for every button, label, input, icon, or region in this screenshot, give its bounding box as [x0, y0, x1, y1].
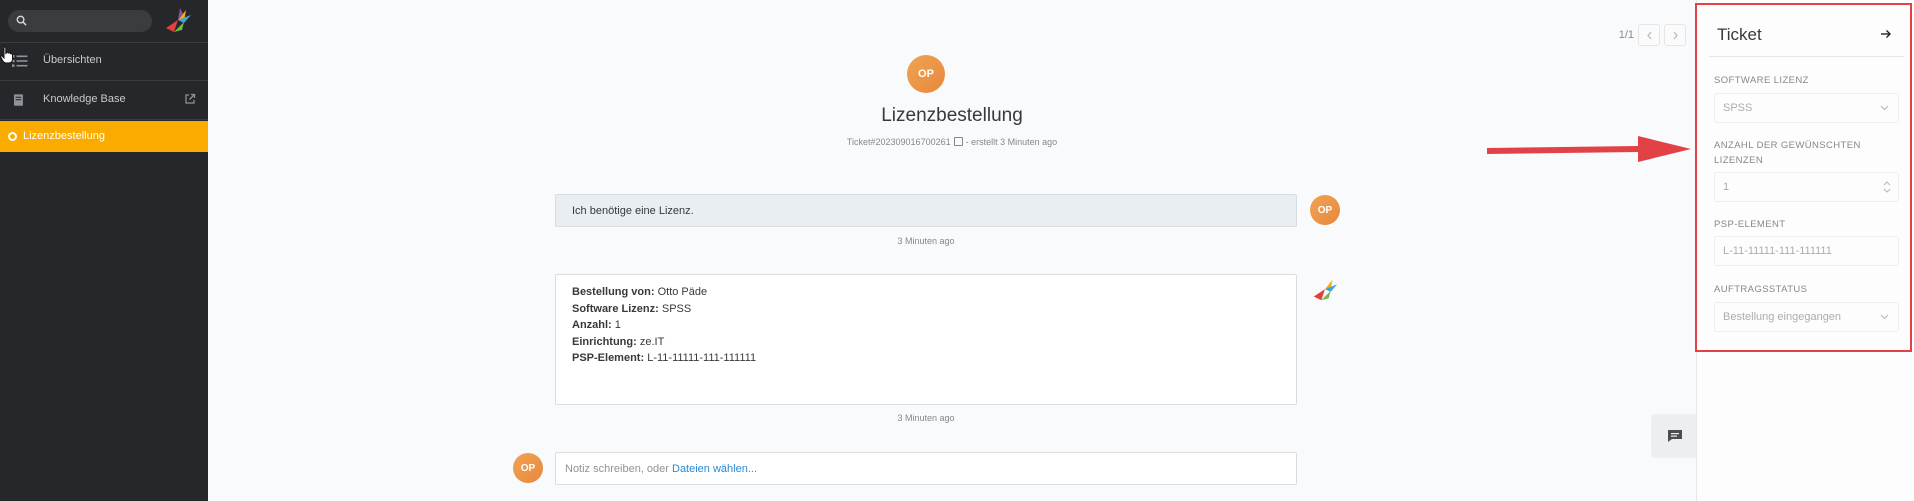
article-avatar[interactable]: OP — [1310, 195, 1340, 225]
sidebar-item-overviews[interactable]: Übersichten — [0, 42, 208, 80]
pagination: 1/1 — [1619, 24, 1686, 46]
article-line: Einrichtung: ze.IT — [572, 335, 665, 348]
bird-logo-icon — [166, 8, 191, 32]
article-system: Bestellung von: Otto Päde Software Lizen… — [555, 274, 1297, 405]
annotation-arrow-icon — [1487, 136, 1691, 162]
article-time: 3 Minuten ago — [897, 236, 955, 246]
pagination-count: 1/1 — [1618, 29, 1634, 41]
sidebar-item-active-ticket[interactable]: Lizenzbestellung — [0, 121, 208, 152]
ticket-meta: Ticket#2023090167002​61 - erstellt 3 Minu… — [208, 137, 1696, 147]
sidebar-item-knowledge-base[interactable]: Knowledge Base — [0, 81, 208, 119]
system-logo-icon — [1313, 279, 1338, 301]
chevron-right-icon — [1673, 31, 1678, 39]
annotation-highlight-box — [1695, 3, 1912, 352]
article-line: Anzahl: 1 — [572, 319, 621, 331]
sidebar: Übersichten Knowledge Base Lizenzbestell… — [0, 0, 208, 501]
article-time: 3 Minuten ago — [897, 413, 955, 423]
article-customer: Ich benötige eine Lizenz. — [555, 194, 1297, 227]
list-icon — [12, 55, 28, 67]
nav-divider — [0, 119, 208, 120]
article-line: Software Lizenz: SPSS — [572, 302, 692, 315]
search-input[interactable] — [34, 12, 144, 30]
search-icon — [16, 15, 27, 26]
note-placeholder: Notiz schreiben, oder — [565, 463, 672, 475]
previous-ticket-button[interactable] — [1638, 24, 1660, 46]
external-link-icon[interactable] — [184, 93, 196, 105]
article-text: Ich benötige eine Lizenz. — [572, 205, 694, 217]
hand-cursor-icon — [0, 46, 13, 64]
article-line: PSP-Element: L-11-11111-111-111111 — [572, 352, 757, 364]
next-ticket-button[interactable] — [1664, 24, 1686, 46]
ticket-zoom: 1/1 OP Lizenzbestellung Ticket#202309016… — [208, 0, 1696, 501]
article-line: Bestellung von: Otto Päde — [572, 286, 708, 298]
choose-files-link[interactable]: Dateien wählen... — [672, 463, 757, 475]
ticket-created: - erstellt 3 Minuten ago — [965, 137, 1058, 147]
customer-avatar[interactable]: OP — [907, 55, 945, 93]
sidebar-item-label: Knowledge Base — [43, 93, 126, 105]
copy-icon[interactable] — [953, 137, 963, 146]
sidebar-item-label: Übersichten — [43, 54, 102, 66]
note-input[interactable]: Notiz schreiben, oder Dateien wählen... — [555, 452, 1297, 485]
comment-icon — [1668, 430, 1682, 442]
ticket-title[interactable]: Lizenzbestellung — [208, 105, 1696, 127]
book-icon — [14, 94, 23, 106]
sidebar-item-label: Lizenzbestellung — [23, 130, 105, 142]
chevron-left-icon — [1646, 31, 1651, 39]
search-box[interactable] — [8, 10, 152, 32]
note-avatar[interactable]: OP — [513, 453, 543, 483]
ticket-state-icon — [8, 132, 17, 141]
sidebar-toggle-button[interactable] — [1651, 414, 1696, 458]
ticket-number: Ticket#2023090167002​61 — [846, 137, 951, 147]
